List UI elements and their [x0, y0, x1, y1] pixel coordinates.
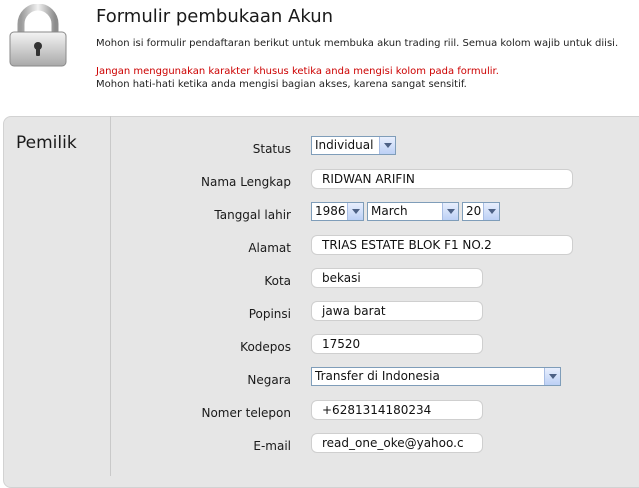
birth-month-select[interactable]: March: [367, 202, 459, 221]
warning-text: Jangan menggunakan karakter khusus ketik…: [96, 66, 499, 77]
country-value: Transfer di Indonesia: [315, 369, 440, 383]
postal-code-row: Kodepos 17520: [111, 332, 639, 362]
address-input[interactable]: TRIAS ESTATE BLOK F1 NO.2: [311, 235, 573, 255]
birth-month-value: March: [371, 204, 408, 218]
phone-label: Nomer telepon: [201, 406, 291, 420]
birth-year-select[interactable]: 1986: [311, 202, 364, 221]
address-row: Alamat TRIAS ESTATE BLOK F1 NO.2: [111, 233, 639, 263]
province-input[interactable]: jawa barat: [311, 301, 483, 321]
province-label: Popinsi: [248, 307, 291, 321]
city-label: Kota: [264, 274, 291, 288]
phone-row: Nomer telepon +6281314180234: [111, 398, 639, 428]
chevron-down-icon[interactable]: [442, 203, 458, 220]
intro-text: Mohon isi formulir pendaftaran berikut u…: [96, 38, 619, 49]
padlock-icon: [9, 4, 67, 67]
birth-day-value: 20: [466, 204, 482, 218]
phone-input[interactable]: +6281314180234: [311, 400, 483, 420]
status-label: Status: [252, 142, 291, 156]
birth-year-value: 1986: [315, 204, 346, 218]
postal-code-label: Kodepos: [240, 340, 291, 354]
postal-code-input[interactable]: 17520: [311, 334, 483, 354]
city-row: Kota bekasi: [111, 266, 639, 296]
country-select[interactable]: Transfer di Indonesia: [311, 367, 561, 386]
page-title: Formulir pembukaan Akun: [96, 6, 334, 27]
full-name-label: Nama Lengkap: [201, 175, 291, 189]
status-row: Status Individual: [111, 134, 639, 164]
country-row: Negara Transfer di Indonesia: [111, 365, 639, 395]
city-input[interactable]: bekasi: [311, 268, 483, 288]
caution-text: Mohon hati-hati ketika anda mengisi bagi…: [96, 79, 467, 90]
chevron-down-icon[interactable]: [347, 203, 363, 220]
address-label: Alamat: [248, 241, 291, 255]
chevron-down-icon[interactable]: [379, 137, 395, 154]
section-title: Pemilik: [16, 133, 77, 153]
birth-day-select[interactable]: 20: [462, 202, 500, 221]
chevron-down-icon[interactable]: [544, 368, 560, 385]
full-name-input[interactable]: RIDWAN ARIFIN: [311, 169, 573, 189]
status-select[interactable]: Individual: [311, 136, 396, 155]
status-value: Individual: [315, 138, 374, 152]
email-row: E-mail read_one_oke@yahoo.c: [111, 431, 639, 461]
birth-date-label: Tanggal lahir: [214, 208, 291, 222]
country-label: Negara: [247, 373, 291, 387]
email-input[interactable]: read_one_oke@yahoo.c: [311, 433, 483, 453]
birth-date-row: Tanggal lahir 1986 March 20: [111, 200, 639, 230]
chevron-down-icon[interactable]: [483, 203, 499, 220]
full-name-row: Nama Lengkap RIDWAN ARIFIN: [111, 167, 639, 197]
province-row: Popinsi jawa barat: [111, 299, 639, 329]
email-label: E-mail: [253, 439, 291, 453]
